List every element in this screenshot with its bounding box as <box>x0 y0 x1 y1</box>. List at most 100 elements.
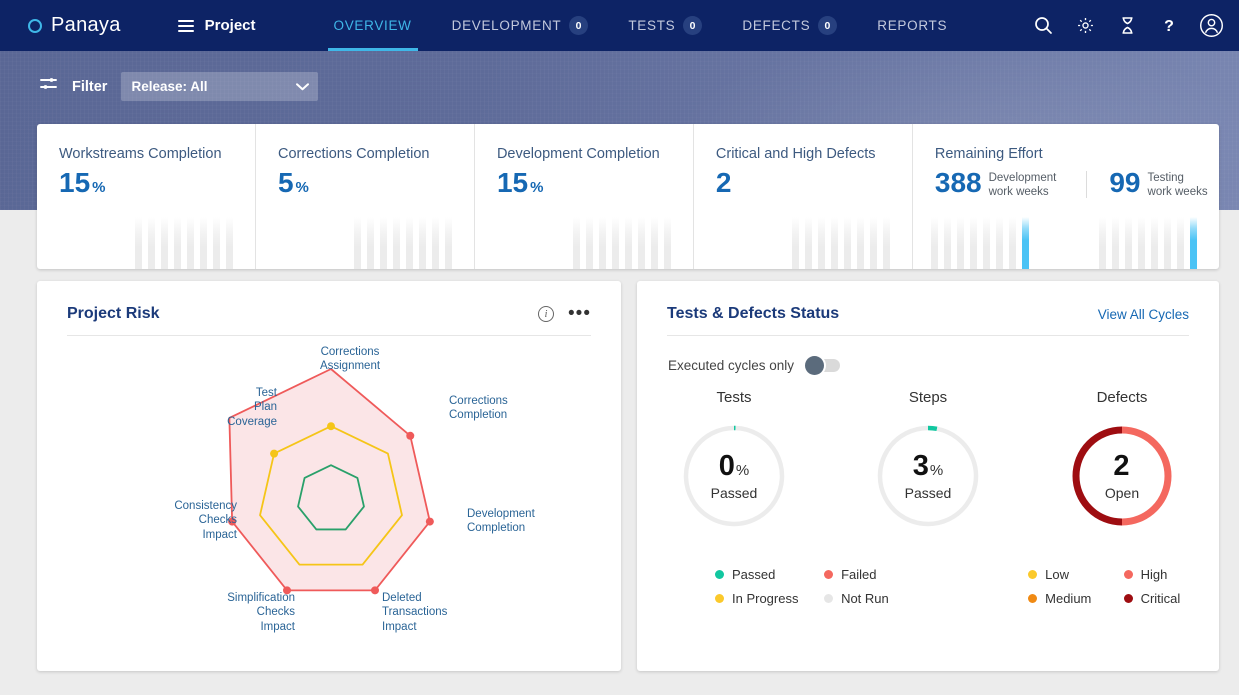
kpi-remaining-effort[interactable]: Remaining Effort 388 Development work we… <box>913 124 1219 269</box>
donut-steps-title: Steps <box>908 389 948 406</box>
gear-icon[interactable] <box>1071 12 1099 40</box>
page-title: Project Risk <box>67 305 160 322</box>
donut-defects-value: 2 <box>1113 449 1130 482</box>
legend-dot-failed <box>824 569 834 579</box>
tests-defects-header: Tests & Defects Status View All Cycles <box>667 281 1189 336</box>
kpi-title: Workstreams Completion <box>59 146 222 162</box>
executed-cycles-toggle-row: Executed cycles only <box>668 356 1219 375</box>
search-icon[interactable] <box>1029 12 1057 40</box>
donut-steps-sub: Passed <box>904 484 952 501</box>
tests-defects-panel: Tests & Defects Status View All Cycles E… <box>637 281 1219 671</box>
project-menu-button[interactable]: Project <box>177 17 256 34</box>
project-risk-radar-chart: Corrections Assignment Corrections Compl… <box>37 336 621 666</box>
brand-name: Panaya <box>51 14 121 36</box>
kpi-title: Development Completion <box>496 146 660 162</box>
tests-defects-header-actions: View All Cycles <box>1098 307 1189 322</box>
tab-tests[interactable]: TESTS 0 <box>608 0 722 51</box>
kpi-development-completion[interactable]: Development Completion 15 % <box>475 124 694 269</box>
view-all-cycles-link[interactable]: View All Cycles <box>1098 307 1189 322</box>
kpi-critical-high-defects[interactable]: Critical and High Defects 2 <box>694 124 913 269</box>
donut-defects-chart: 2 Open <box>1066 420 1178 532</box>
user-avatar-icon[interactable] <box>1197 12 1225 40</box>
radar-label-consistency-checks-impact: Consistency Checks Impact <box>174 500 237 541</box>
kpi-title: Critical and High Defects <box>715 146 876 162</box>
filter-bar: Filter Release: All <box>40 72 319 101</box>
tests-legend: Passed Failed In Progress Not Run <box>715 562 933 610</box>
effort-test-caption-l2: work weeks <box>1147 186 1208 199</box>
legend-label: Not Run <box>841 590 889 606</box>
kpi-corrections-completion[interactable]: Corrections Completion 5 % <box>256 124 475 269</box>
sparkline-testing <box>1099 214 1198 269</box>
kpi-workstreams-completion[interactable]: Workstreams Completion 15 % <box>37 124 256 269</box>
effort-test-caption: Testing work weeks <box>1148 169 1208 200</box>
effort-dev-caption-l1: Development <box>988 172 1057 184</box>
defects-legend: Low High Medium Critical <box>1028 562 1219 610</box>
more-options-icon[interactable]: ••• <box>568 304 591 323</box>
tab-overview[interactable]: OVERVIEW <box>314 0 432 51</box>
kpi-value-group: 2 <box>716 169 912 197</box>
tab-development[interactable]: DEVELOPMENT 0 <box>432 0 609 51</box>
effort-dev-caption-l2: work weeks <box>988 186 1049 199</box>
legend-label: Medium <box>1045 590 1092 606</box>
radar-label-development-completion: Development Completion <box>467 508 535 535</box>
effort-divider <box>1086 171 1088 198</box>
kpi-value-group: 15 % <box>59 169 255 197</box>
donut-tests[interactable]: Tests 0 % Passed <box>637 389 831 532</box>
kpi-summary-card: Workstreams Completion 15 % Corrections … <box>37 124 1219 269</box>
legend-item: Failed <box>824 562 933 586</box>
legend-dot-in-progress <box>715 593 724 603</box>
filter-icon[interactable] <box>40 76 58 97</box>
svg-text:?: ? <box>1164 18 1174 35</box>
legend-label: Passed <box>732 566 776 582</box>
donut-tests-unit: % <box>735 461 750 479</box>
legend-item: High <box>1123 562 1219 586</box>
radar-label-simplification-checks-impact: Simplification Checks Impact <box>227 592 295 633</box>
kpi-unit: % <box>530 179 544 196</box>
tab-development-label: DEVELOPMENT <box>451 18 562 33</box>
brand-logo[interactable]: Panaya <box>28 14 121 37</box>
legend-label: Failed <box>841 566 877 582</box>
project-risk-header-actions: i ••• <box>538 304 591 323</box>
kpi-title: Remaining Effort <box>934 146 1043 162</box>
donut-steps-chart: 3 % Passed <box>872 420 984 532</box>
effort-test-caption-l1: Testing <box>1147 172 1184 184</box>
donut-defects-sub: Open <box>1104 484 1140 501</box>
release-select[interactable]: Release: All <box>121 72 319 101</box>
executed-cycles-toggle[interactable] <box>805 356 841 375</box>
help-icon[interactable]: ? <box>1155 12 1183 40</box>
toggle-knob <box>805 356 825 375</box>
filter-label: Filter <box>72 78 108 95</box>
sparkline-development <box>930 214 1029 269</box>
legend-dot-passed <box>715 569 724 579</box>
donut-steps[interactable]: Steps 3 % Passed <box>831 389 1025 532</box>
sparkline <box>134 214 233 269</box>
radar-svg <box>228 368 434 595</box>
hourglass-icon[interactable] <box>1113 12 1141 40</box>
kpi-value: 15 <box>496 167 529 198</box>
sparkline <box>353 214 452 269</box>
tab-defects[interactable]: DEFECTS 0 <box>722 0 857 51</box>
tab-reports-label: REPORTS <box>877 18 948 33</box>
project-menu-label: Project <box>204 17 256 34</box>
donut-defects-center: 2 Open <box>1066 420 1178 532</box>
info-icon[interactable]: i <box>538 306 555 322</box>
radar-label-corrections-completion: Corrections Completion <box>449 395 508 422</box>
tab-tests-label: TESTS <box>628 18 676 33</box>
donut-steps-unit: % <box>929 461 944 479</box>
legend-item: Medium <box>1028 586 1123 610</box>
hamburger-menu-icon <box>177 19 194 32</box>
donut-tests-value: 0 <box>718 449 735 482</box>
donut-steps-center: 3 % Passed <box>872 420 984 532</box>
legend-item: In Progress <box>715 586 824 610</box>
legend-item: Not Run <box>824 586 933 610</box>
legend-dot-not-run <box>824 593 834 603</box>
legend-item: Passed <box>715 562 824 586</box>
legends-row: Passed Failed In Progress Not Run Low Hi… <box>637 562 1219 610</box>
tab-reports[interactable]: REPORTS <box>857 0 967 51</box>
remaining-effort-values: 388 Development work weeks 99 Testing wo… <box>935 169 1219 200</box>
donut-tests-value-group: 0 % <box>718 449 750 482</box>
legend-label: Critical <box>1140 590 1181 606</box>
kpi-value-group: 15 % <box>497 169 693 197</box>
executed-cycles-label: Executed cycles only <box>668 358 795 373</box>
donut-defects[interactable]: Defects 2 Open <box>1025 389 1219 532</box>
